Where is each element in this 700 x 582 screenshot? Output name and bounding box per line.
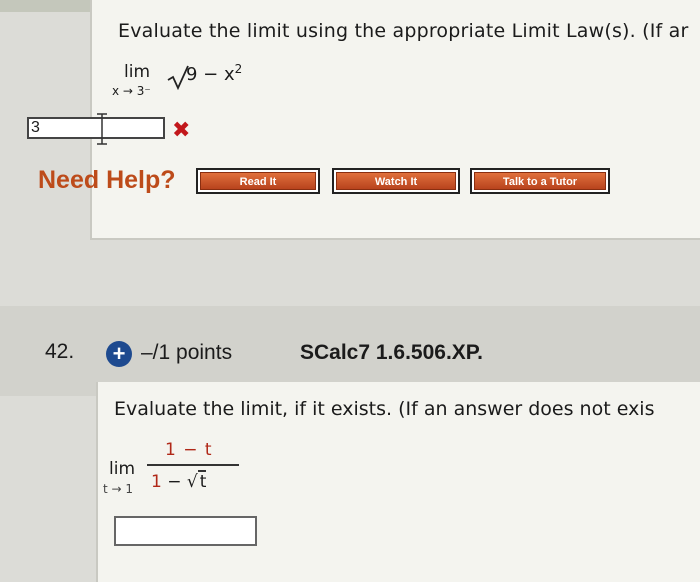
problem-41-prompt: Evaluate the limit using the appropriate… (118, 20, 689, 42)
question-number: 42. (45, 340, 75, 363)
denominator-minus: − (161, 472, 187, 492)
limit-word: lim (124, 62, 151, 82)
fraction-bar (147, 464, 239, 466)
problem-42-prompt: Evaluate the limit, if it exists. (If an… (114, 398, 655, 420)
points-label: –/1 points (141, 341, 233, 364)
watch-it-label: Watch It (336, 172, 456, 190)
read-it-label: Read It (200, 172, 316, 190)
limit-subscript: t → 1 (103, 482, 134, 496)
need-help-label: Need Help? (38, 166, 176, 194)
denominator-radicand: t (197, 470, 207, 492)
problem-42-limit-expression: lim t → 1 1 − t 1 − √ t (103, 440, 345, 510)
fraction-numerator: 1 − t (165, 440, 213, 460)
watch-it-button[interactable]: Watch It (332, 168, 460, 194)
radicand-text: 9 − x (186, 64, 235, 85)
problem-source: SCalc7 1.6.506.XP. (300, 341, 483, 364)
radicand-exponent: 2 (234, 62, 243, 76)
expand-plus-icon[interactable]: + (106, 341, 132, 367)
read-it-button[interactable]: Read It (196, 168, 320, 194)
talk-to-tutor-button[interactable]: Talk to a Tutor (470, 168, 610, 194)
limit-subscript: x → 3⁻ (112, 84, 151, 98)
radicand: 9 − x2 (186, 62, 242, 85)
problem-42-answer-input[interactable] (114, 516, 257, 546)
limit-word: lim (109, 459, 136, 479)
denominator-one: 1 (151, 472, 162, 492)
problem-41-limit-expression: lim x → 3⁻ 9 − x2 (110, 62, 310, 112)
text-cursor-icon (97, 113, 107, 145)
x-mark-icon: ✖ (172, 118, 191, 143)
talk-to-tutor-label: Talk to a Tutor (474, 172, 606, 190)
fraction-denominator: 1 − √ t (151, 470, 207, 492)
